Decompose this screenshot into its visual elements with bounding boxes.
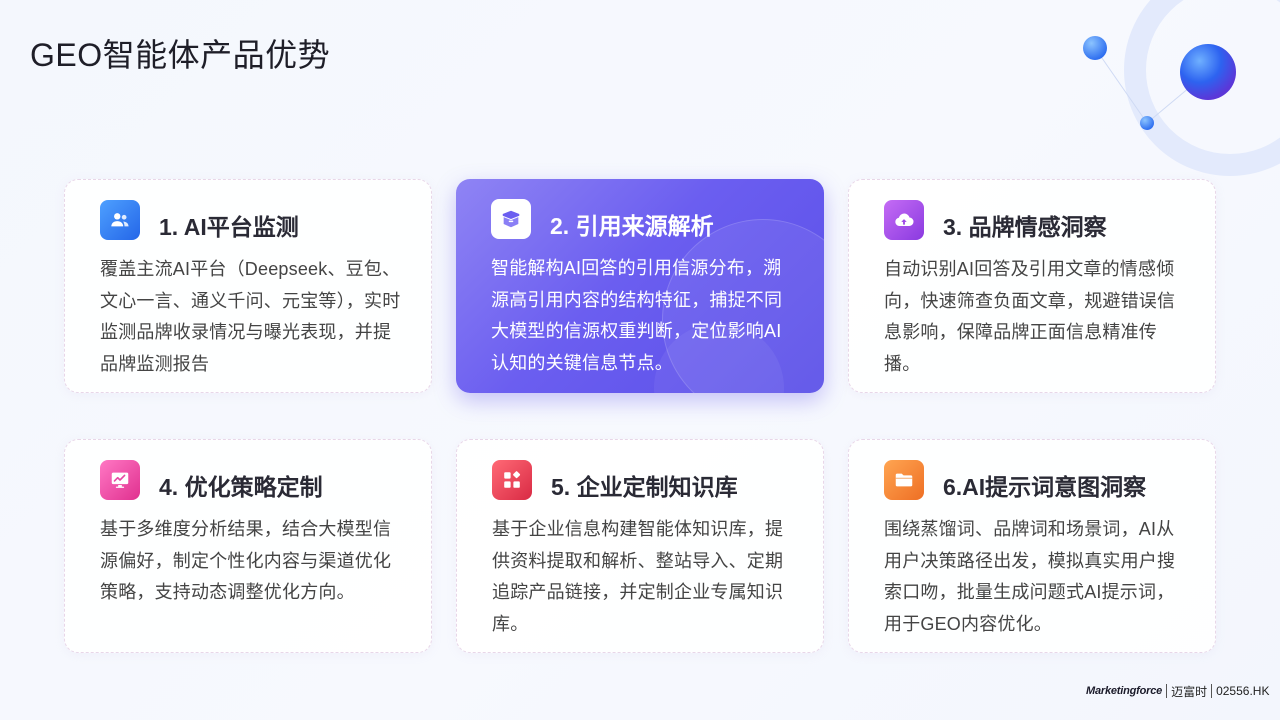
footer-branding: Marketingforce 迈富时 02556.HK	[1086, 682, 1269, 700]
stock-ticker: 02556.HK	[1216, 684, 1270, 698]
divider	[1211, 684, 1213, 698]
decorative-spheres	[1083, 0, 1280, 176]
apps-grid-icon	[492, 460, 532, 500]
card-title: 6.AI提示词意图洞察	[943, 474, 1147, 500]
card-description: 覆盖主流AI平台（Deepseek、豆包、文心一言、通义千问、元宝等），实时监测…	[100, 259, 401, 374]
card-title: 5. 企业定制知识库	[551, 474, 738, 500]
card-description: 基于多维度分析结果，结合大模型信源偏好，制定个性化内容与渠道优化策略，支持动态调…	[100, 519, 392, 602]
brand-logo-text: Marketingforce	[1086, 685, 1163, 697]
monitor-chart-icon	[100, 460, 140, 500]
box-icon	[491, 199, 531, 239]
card-title: 2. 引用来源解析	[550, 213, 714, 239]
card-description: 智能解构AI回答的引用信源分布，溯源高引用内容的结构特征，捕捉不同大模型的信源权…	[491, 258, 783, 373]
card-description: 自动识别AI回答及引用文章的情感倾向，快速筛查负面文章，规避错误信息影响，保障品…	[884, 259, 1176, 374]
feature-card-knowledge-base[interactable]: 5. 企业定制知识库 基于企业信息构建智能体知识库，提供资料提取和解析、整站导入…	[456, 439, 824, 653]
feature-card-sentiment-insight[interactable]: 3. 品牌情感洞察 自动识别AI回答及引用文章的情感倾向，快速筛查负面文章，规避…	[848, 179, 1216, 393]
card-title: 4. 优化策略定制	[159, 474, 323, 500]
card-title: 3. 品牌情感洞察	[943, 214, 1107, 240]
feature-card-strategy-customization[interactable]: 4. 优化策略定制 基于多维度分析结果，结合大模型信源偏好，制定个性化内容与渠道…	[64, 439, 432, 653]
feature-card-prompt-intent[interactable]: 6.AI提示词意图洞察 围绕蒸馏词、品牌词和场景词，AI从用户决策路径出发，模拟…	[848, 439, 1216, 653]
brand-name-cn: 迈富时	[1171, 684, 1208, 699]
divider	[1166, 684, 1168, 698]
users-icon	[100, 200, 140, 240]
folder-icon	[884, 460, 924, 500]
feature-card-platform-monitoring[interactable]: 1. AI平台监测 覆盖主流AI平台（Deepseek、豆包、文心一言、通义千问…	[64, 179, 432, 393]
feature-card-citation-analysis[interactable]: 2. 引用来源解析 智能解构AI回答的引用信源分布，溯源高引用内容的结构特征，捕…	[456, 179, 824, 393]
page-title: GEO智能体产品优势	[30, 37, 331, 73]
card-description: 基于企业信息构建智能体知识库，提供资料提取和解析、整站导入、定期追踪产品链接，并…	[492, 519, 784, 634]
card-description: 围绕蒸馏词、品牌词和场景词，AI从用户决策路径出发，模拟真实用户搜索口吻，批量生…	[884, 519, 1176, 634]
card-title: 1. AI平台监测	[159, 214, 299, 240]
cloud-upload-icon	[884, 200, 924, 240]
